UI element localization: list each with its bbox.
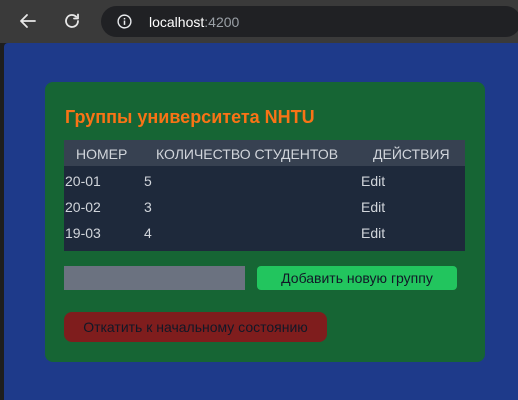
edit-link[interactable]: Edit <box>361 173 385 189</box>
student-count-cell: 5 <box>144 173 152 189</box>
column-header-actions: ДЕЙСТВИЯ <box>373 146 450 162</box>
group-number-cell: 20-01 <box>65 173 101 189</box>
groups-card: Группы университета NHTU НОМЕР КОЛИЧЕСТВ… <box>45 82 485 362</box>
groups-table: НОМЕР КОЛИЧЕСТВО СТУДЕНТОВ ДЕЙСТВИЯ 20-0… <box>64 140 465 251</box>
column-header-students: КОЛИЧЕСТВО СТУДЕНТОВ <box>156 146 339 162</box>
info-icon[interactable] <box>117 14 132 29</box>
reload-button[interactable] <box>59 8 85 34</box>
url-text[interactable]: localhost:4200 <box>149 14 239 30</box>
reset-state-button[interactable]: Откатить к начальному состоянию <box>64 312 327 342</box>
column-header-number: НОМЕР <box>76 146 128 162</box>
reload-icon <box>65 13 79 28</box>
page-viewport: Группы университета NHTU НОМЕР КОЛИЧЕСТВ… <box>4 43 518 400</box>
edit-link[interactable]: Edit <box>361 199 385 215</box>
table-header: НОМЕР КОЛИЧЕСТВО СТУДЕНТОВ ДЕЙСТВИЯ <box>64 140 465 166</box>
address-bar[interactable]: localhost:4200 <box>101 6 518 37</box>
add-group-button[interactable]: Добавить новую группу <box>257 266 457 290</box>
page-title: Группы университета NHTU <box>65 107 315 127</box>
browser-toolbar: localhost:4200 <box>0 0 518 43</box>
group-number-cell: 20-02 <box>65 199 101 215</box>
back-button[interactable] <box>15 8 41 34</box>
student-count-cell: 4 <box>144 225 152 241</box>
group-number-cell: 19-03 <box>65 225 101 241</box>
table-row: 19-03 4 Edit <box>64 222 465 248</box>
url-port: :4200 <box>204 14 240 30</box>
table-row: 20-01 5 Edit <box>64 170 465 196</box>
table-row: 20-02 3 Edit <box>64 196 465 222</box>
new-group-input[interactable] <box>64 266 245 290</box>
table-body: 20-01 5 Edit 20-02 3 Edit 19-03 4 Edit <box>64 166 465 251</box>
student-count-cell: 3 <box>144 199 152 215</box>
url-host: localhost <box>149 14 205 30</box>
arrow-left-icon <box>20 14 36 28</box>
edit-link[interactable]: Edit <box>361 225 385 241</box>
